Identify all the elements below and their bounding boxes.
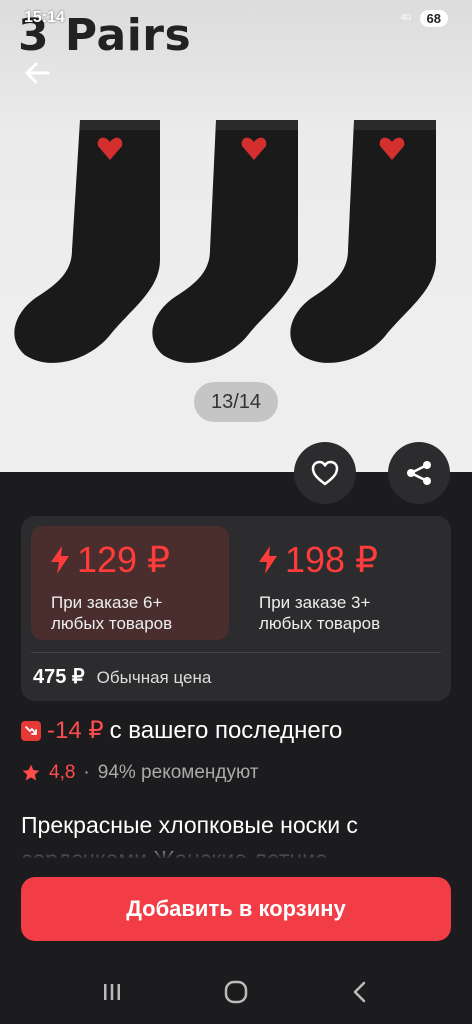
status-bar: 15:14 4G 68: [0, 0, 472, 36]
tier-note: При заказе 3+ любых товаров: [259, 593, 381, 633]
description-fade: [0, 840, 472, 868]
regular-price-label: Обычная цена: [96, 668, 212, 687]
regular-price-value: 475 ₽: [33, 666, 85, 688]
share-button[interactable]: [388, 442, 450, 504]
system-nav-bar: [0, 960, 472, 1024]
heart-outline-icon: [311, 460, 339, 486]
star-icon: [22, 764, 40, 781]
network-indicator: 4G: [400, 13, 412, 22]
back-nav-icon[interactable]: [348, 980, 372, 1004]
sock-3: [290, 120, 436, 363]
lightning-icon: [51, 546, 69, 574]
regular-price: 475 ₽ Обычная цена: [33, 664, 211, 689]
tier-note: При заказе 6+ любых товаров: [51, 593, 173, 633]
share-icon: [407, 461, 431, 485]
price-drop-info: -14 ₽ с вашего последнего: [21, 716, 342, 745]
sock-1: [14, 120, 160, 363]
socks-illustration: [14, 120, 436, 363]
price-tier-6plus[interactable]: 129 ₽ При заказе 6+ любых товаров: [31, 526, 229, 640]
sock-2: [152, 120, 298, 363]
divider: [31, 652, 441, 653]
battery-indicator: 68: [419, 9, 448, 27]
tier-price-value: 129 ₽: [77, 539, 170, 580]
image-counter: 13/14: [194, 382, 278, 422]
lightning-icon: [259, 546, 277, 574]
home-icon[interactable]: [223, 979, 249, 1005]
add-to-cart-button[interactable]: Добавить в корзину: [21, 877, 451, 941]
favorite-button[interactable]: [294, 442, 356, 504]
tier-price: 129 ₽: [51, 542, 209, 578]
price-drop-icon: [21, 720, 41, 741]
status-time: 15:14: [24, 9, 65, 26]
price-card: 129 ₽ При заказе 6+ любых товаров 198 ₽ …: [21, 516, 451, 701]
arrow-left-icon[interactable]: [22, 58, 52, 88]
price-drop-text: с вашего последнего: [109, 716, 343, 744]
tier-price: 198 ₽: [259, 542, 417, 578]
rating-score: 4,8: [49, 762, 76, 783]
product-image[interactable]: 3 Pairs 13/14: [0, 0, 472, 472]
rating-info[interactable]: 4,8 · 94% рекомендуют: [21, 762, 259, 784]
price-drop-amount: -14 ₽: [47, 717, 104, 744]
price-tier-3plus[interactable]: 198 ₽ При заказе 3+ любых товаров: [239, 526, 437, 640]
rating-separator: ·: [83, 762, 90, 783]
tier-price-value: 198 ₽: [285, 539, 378, 580]
recents-icon[interactable]: [100, 980, 124, 1004]
recommend-percent: 94% рекомендуют: [97, 762, 259, 783]
